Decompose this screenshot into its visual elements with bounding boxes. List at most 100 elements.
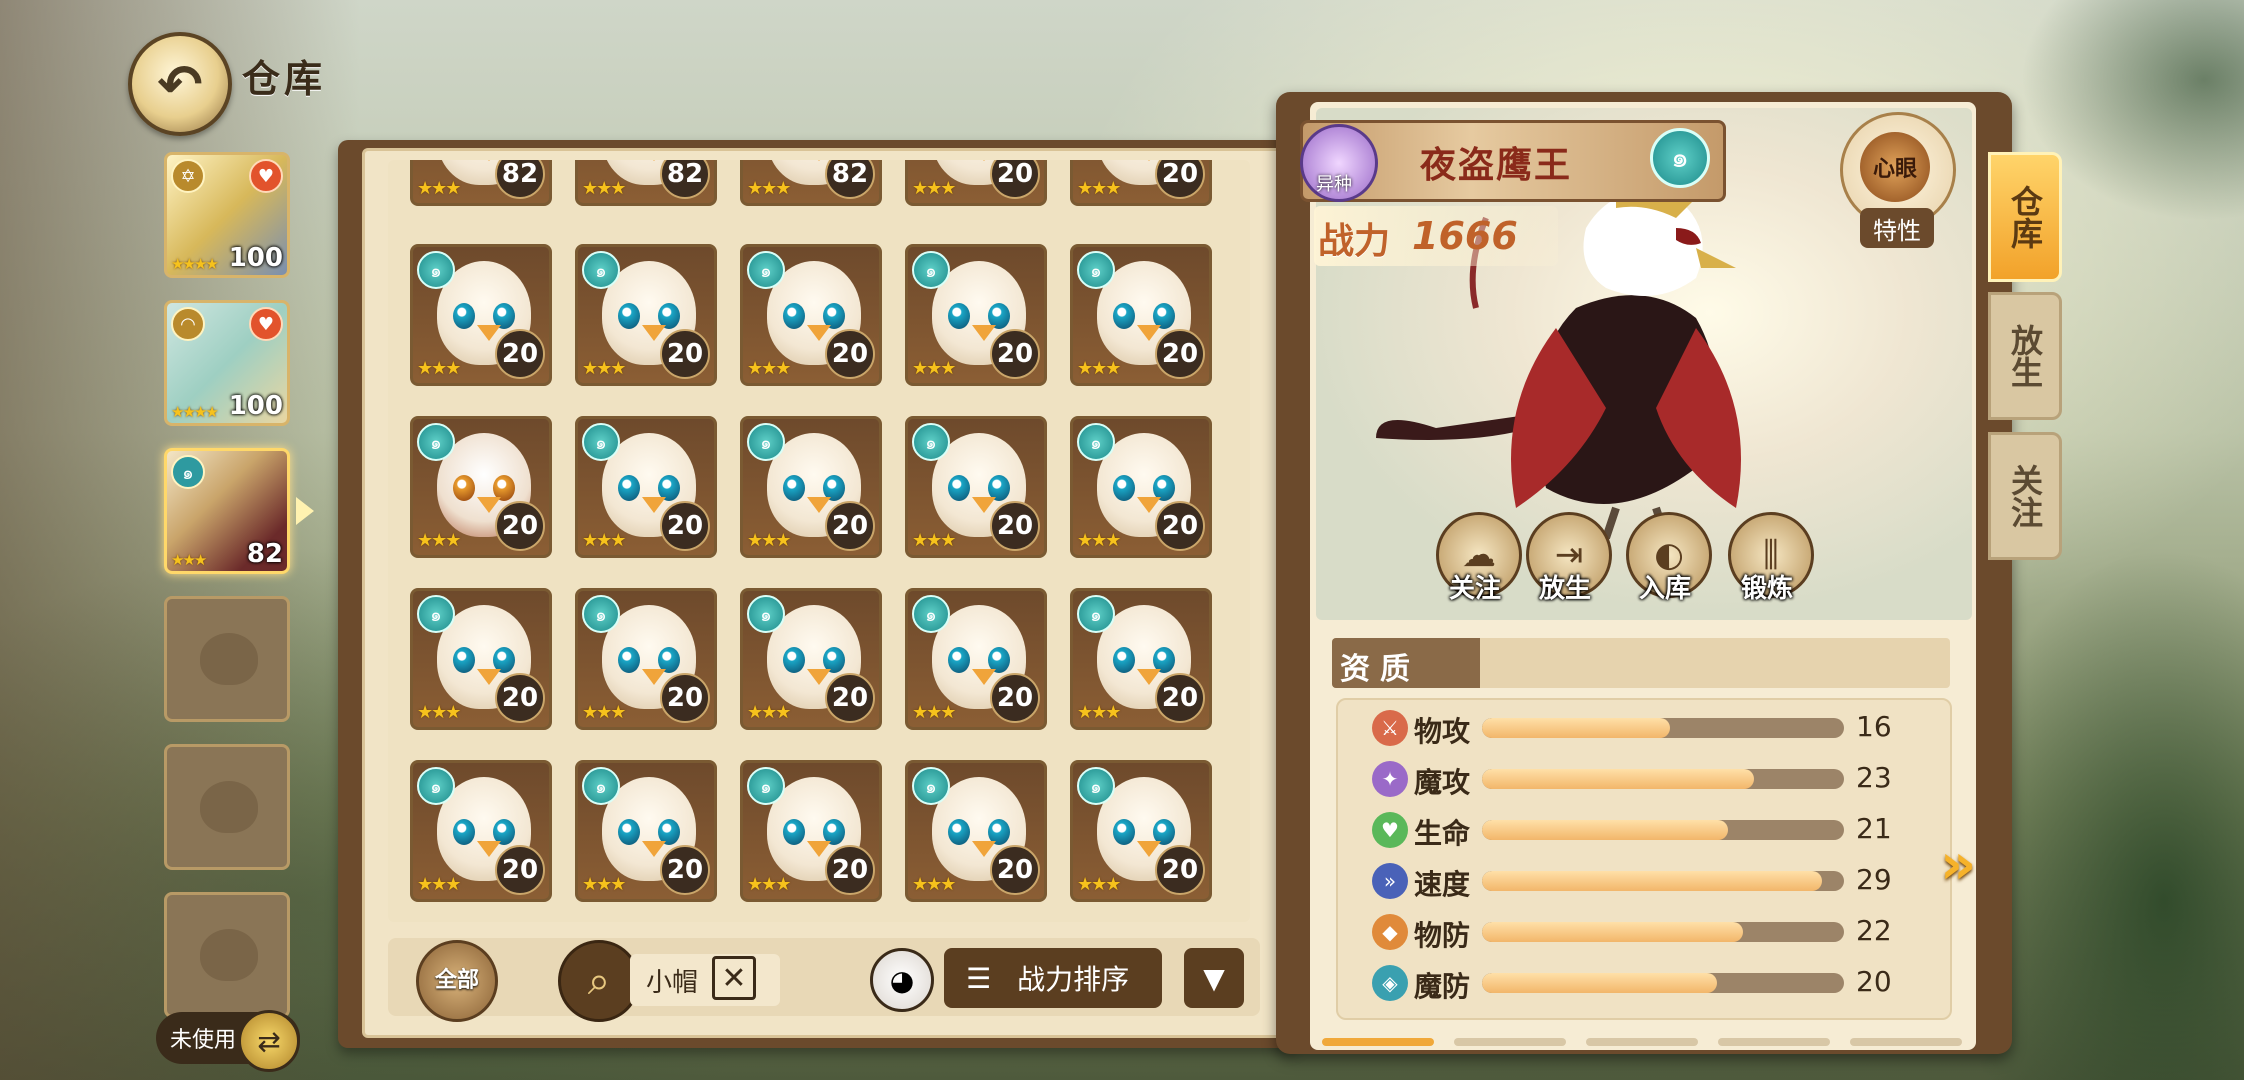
stat-row: ⚔ 物攻 16 [1372, 708, 1952, 748]
trait-icon[interactable]: 心眼 [1860, 132, 1930, 202]
pet-card[interactable]: ๑★★★20 [1070, 760, 1212, 902]
pet-card[interactable]: ๑★★★20 [575, 416, 717, 558]
pet-card[interactable]: ๑★★★20 [410, 588, 552, 730]
page-dot[interactable] [1850, 1038, 1962, 1046]
pet-card[interactable]: ๑★★★82 [575, 160, 717, 206]
slot-level: 100 [228, 391, 283, 421]
search-button[interactable]: ⌕ [558, 940, 640, 1022]
pet-eye [453, 303, 475, 329]
pet-eye [1113, 647, 1135, 673]
card-stars: ★★★ [1077, 530, 1121, 551]
back-button[interactable]: ↶ [128, 32, 232, 136]
filter-all-button[interactable]: 全部 [416, 940, 498, 1022]
wind-element-icon: ๑ [1077, 595, 1115, 633]
pet-eye [453, 475, 475, 501]
tab-label: 放生 [2006, 324, 2044, 388]
pet-grid[interactable]: ๑ ★★★ 82 ๑ ★★★ 82 ๑ ★★★ 82 ๑ ★★★ 20 ๑ ★★★ 20 ๑ ★★★ 20 ๑ ★★★… [388, 160, 1250, 922]
pet-card[interactable]: ๑★★★20 [740, 760, 882, 902]
page-dot[interactable] [1586, 1038, 1698, 1046]
pet-card[interactable]: ๑★★★20 [740, 588, 882, 730]
wind-element-icon: ๑ [1077, 251, 1115, 289]
slot-stars: ★★★★ [171, 403, 219, 421]
wind-element-icon: ๑ [912, 767, 950, 805]
follow-label: 关注 [1448, 574, 1501, 604]
stat-icon: ✦ [1372, 761, 1408, 797]
card-level: 20 [990, 845, 1040, 895]
tab-follow[interactable]: 关注 [1988, 432, 2062, 560]
card-level: 20 [660, 673, 710, 723]
page-dot[interactable] [1454, 1038, 1566, 1046]
card-level: 82 [660, 160, 710, 199]
wind-element-icon: ๑ [1077, 423, 1115, 461]
pet-card[interactable]: ๑★★★20 [905, 244, 1047, 386]
quality-title: 资质 [1340, 652, 1420, 687]
wind-element-icon: ๑ [1077, 767, 1115, 805]
card-stars: ★★★ [912, 530, 956, 551]
team-slot-3-selected[interactable]: ๑ ★★★ 82 [164, 448, 290, 574]
pet-eye [618, 475, 640, 501]
slot-stars: ★★★ [171, 551, 207, 569]
pet-card[interactable]: ๑★★★20 [1070, 160, 1212, 206]
pet-card[interactable]: ๑★★★20 [410, 416, 552, 558]
star-rank-icon: ✡ [171, 159, 205, 193]
wind-element-icon: ๑ [582, 767, 620, 805]
pet-card[interactable]: ๑★★★20 [575, 244, 717, 386]
team-slot-4-empty[interactable] [164, 596, 290, 722]
card-stars: ★★★ [912, 178, 956, 199]
stat-bar-fill [1482, 871, 1823, 891]
tab-label: 关注 [2006, 464, 2044, 528]
pet-card[interactable]: ๑★★★20 [410, 760, 552, 902]
pet-card[interactable]: ๑★★★20 [410, 244, 552, 386]
team-slot-6-empty[interactable] [164, 892, 290, 1018]
card-stars: ★★★ [417, 178, 461, 199]
trait-label[interactable]: 特性 [1860, 208, 1934, 248]
card-level: 20 [495, 501, 545, 551]
next-page-arrow-icon[interactable]: » [1940, 832, 1976, 897]
wind-element-icon: ๑ [417, 423, 455, 461]
sort-button[interactable]: ☰ 战力排序 [944, 948, 1162, 1008]
page-dot[interactable] [1718, 1038, 1830, 1046]
tab-release[interactable]: 放生 [1988, 292, 2062, 420]
pet-card[interactable]: ๑★★★20 [1070, 416, 1212, 558]
pet-card[interactable]: ๑★★★20 [575, 760, 717, 902]
sort-dropdown-button[interactable]: ▼ [1184, 948, 1244, 1008]
pet-card[interactable]: ๑★★★20 [1070, 588, 1212, 730]
tab-storage[interactable]: 仓库 [1988, 152, 2062, 282]
pet-card[interactable]: ๑★★★20 [905, 588, 1047, 730]
wind-element-icon: ๑ [582, 251, 620, 289]
pet-card[interactable]: ๑ ★★★ 20 [905, 760, 1047, 902]
card-stars: ★★★ [912, 874, 956, 895]
pet-eye [1113, 303, 1135, 329]
pet-card[interactable]: ๑★★★82 [410, 160, 552, 206]
clear-search-button[interactable]: ✕ [712, 956, 756, 1000]
stat-row: ◆ 物防 22 [1372, 912, 1952, 952]
pet-face-filter-icon[interactable]: ◕ [870, 948, 934, 1012]
pet-eye [453, 647, 475, 673]
wind-element-icon: ๑ [417, 595, 455, 633]
pet-eye [948, 303, 970, 329]
stat-value: 22 [1856, 914, 1892, 947]
card-stars: ★★★ [747, 874, 791, 895]
page-dot[interactable] [1322, 1038, 1434, 1046]
pet-beak [642, 841, 666, 857]
pet-eye [783, 303, 805, 329]
team-slot-2[interactable]: ◠ ♥ ★★★★ 100 [164, 300, 290, 426]
pet-beak [1137, 841, 1161, 857]
pet-card[interactable]: ๑★★★20 [1070, 244, 1212, 386]
stat-bar-fill [1482, 718, 1671, 738]
pet-card[interactable]: ๑★★★20 [905, 416, 1047, 558]
store-label: 入库 [1638, 574, 1691, 604]
card-level: 20 [495, 845, 545, 895]
wind-element-icon: ๑ [747, 251, 785, 289]
slot-level: 82 [246, 539, 283, 569]
team-slot-5-empty[interactable] [164, 744, 290, 870]
pet-card[interactable]: ๑★★★20 [905, 160, 1047, 206]
pet-card[interactable]: ๑★★★20 [575, 588, 717, 730]
page-indicator [1322, 1038, 1966, 1046]
pet-card[interactable]: ๑★★★20 [740, 416, 882, 558]
selection-arrow-icon [296, 497, 314, 525]
pet-card[interactable]: ๑★★★82 [740, 160, 882, 206]
pet-card[interactable]: ๑★★★20 [740, 244, 882, 386]
team-slot-1[interactable]: ✡ ♥ ★★★★ 100 [164, 152, 290, 278]
unused-filter-button[interactable]: 未使用 ⇄ [156, 1010, 300, 1072]
